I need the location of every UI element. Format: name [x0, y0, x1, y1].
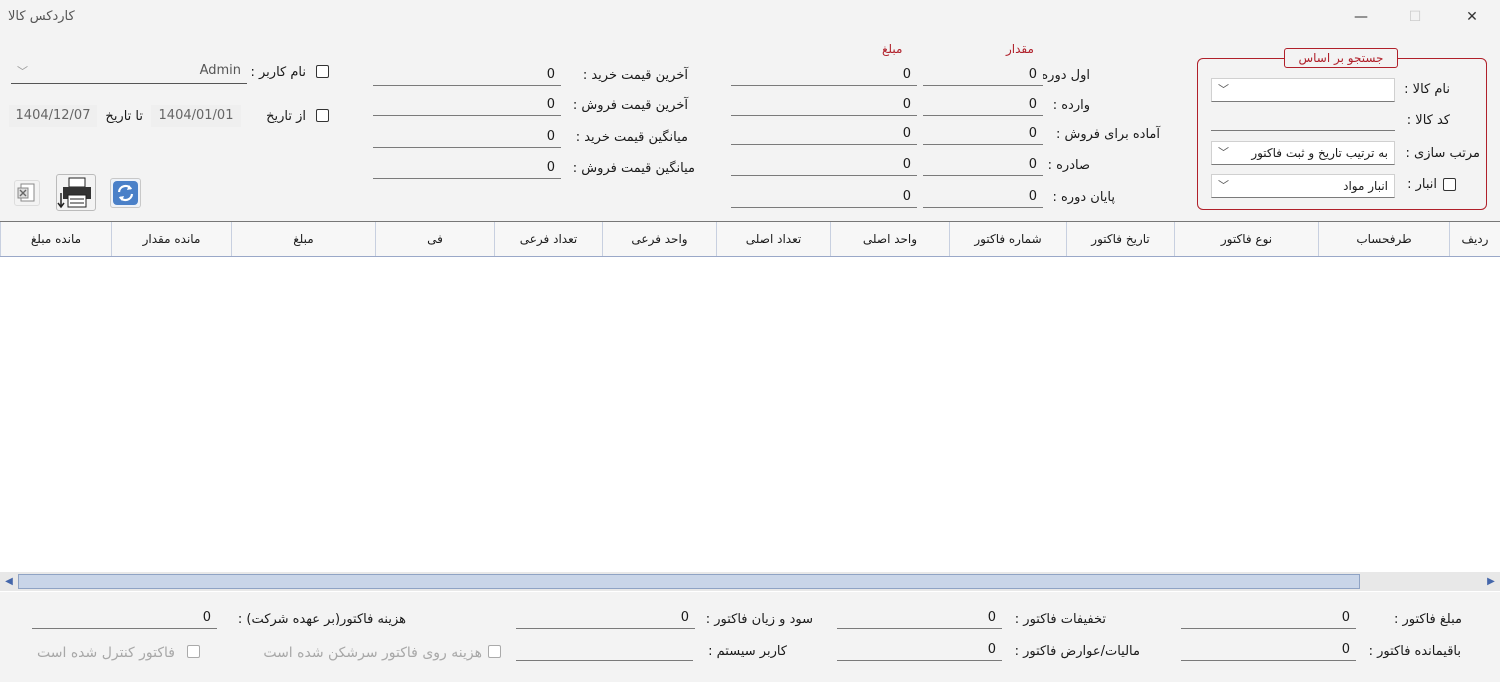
username-combo[interactable]: ﹀ Admin: [11, 60, 247, 84]
controlled-label: فاکتور کنترل شده است: [37, 645, 175, 661]
remaining-field: 0: [1181, 639, 1356, 661]
col-header-main-unit[interactable]: واحد اصلی: [830, 222, 949, 256]
to-date-field[interactable]: 1404/12/07: [9, 105, 97, 127]
controlled-checkbox[interactable]: [187, 645, 200, 658]
summary-label-closing: پایان دوره :: [1052, 190, 1115, 205]
kardex-grid[interactable]: ردیف طرفحساب نوع فاکتور تاریخ فاکتور شما…: [0, 221, 1500, 592]
sort-combo[interactable]: ﹀ به ترتیب تاریخ و ثبت فاکتور: [1211, 141, 1395, 165]
refresh-button[interactable]: [110, 178, 141, 208]
col-header-invoice-type[interactable]: نوع فاکتور: [1174, 222, 1318, 256]
last-sale-price-label: آخرین قیمت فروش :: [572, 98, 688, 113]
chevron-down-icon: ﹀: [1218, 83, 1229, 96]
closing-amount-field: 0: [731, 186, 917, 208]
horizontal-scrollbar[interactable]: ◀ ▶: [0, 572, 1500, 591]
title-bar: کاردکس کالا — ☐ ✕: [0, 0, 1500, 34]
profit-loss-label: سود و زیان فاکتور :: [705, 612, 813, 627]
col-header-row[interactable]: ردیف: [1449, 222, 1500, 256]
date-filter-checkbox[interactable]: [316, 109, 329, 122]
amount-column-header: مبلغ: [882, 42, 903, 56]
to-date-label: تا تاریخ: [105, 109, 143, 124]
print-button[interactable]: [56, 174, 96, 211]
ready-amount-field: 0: [731, 123, 917, 145]
refresh-icon: [113, 181, 138, 205]
product-name-combo[interactable]: ﹀: [1211, 78, 1395, 102]
product-code-label: کد کالا :: [1406, 113, 1450, 128]
last-sale-price-field: 0: [373, 94, 561, 116]
avg-sale-price-field: 0: [373, 157, 561, 179]
scroll-left-icon[interactable]: ◀: [1, 573, 17, 590]
invoice-amount-label: مبلغ فاکتور :: [1393, 612, 1462, 627]
close-button[interactable]: ✕: [1454, 6, 1490, 28]
warehouse-label: انبار :: [1407, 177, 1437, 192]
last-purchase-price-field: 0: [373, 64, 561, 86]
col-header-main-count[interactable]: تعداد اصلی: [716, 222, 830, 256]
last-purchase-price-label: آخرین قیمت خرید :: [582, 68, 688, 83]
col-header-amount[interactable]: مبلغ: [231, 222, 375, 256]
invoice-discount-field: 0: [837, 607, 1002, 629]
remaining-label: باقیمانده فاکتور :: [1368, 644, 1461, 659]
maximize-button[interactable]: ☐: [1397, 6, 1433, 28]
username-checkbox[interactable]: [316, 65, 329, 78]
avg-sale-price-label: میانگین قیمت فروش :: [572, 161, 695, 176]
outgoing-amount-field: 0: [731, 154, 917, 176]
opening-qty-field: 0: [923, 64, 1043, 86]
chevron-down-icon: ﹀: [1218, 179, 1229, 192]
ready-qty-field: 0: [923, 123, 1043, 145]
invoice-cost-field: 0: [32, 607, 217, 629]
sort-label: مرتب سازی :: [1405, 146, 1480, 161]
minimize-button[interactable]: —: [1343, 6, 1379, 28]
tax-field: 0: [837, 639, 1002, 661]
invoice-discount-label: تخفیفات فاکتور :: [1014, 612, 1106, 627]
incoming-qty-field: 0: [923, 94, 1043, 116]
incoming-amount-field: 0: [731, 94, 917, 116]
outgoing-qty-field: 0: [923, 154, 1043, 176]
invoice-amount-field: 0: [1181, 607, 1356, 629]
closing-qty-field: 0: [923, 186, 1043, 208]
col-header-remaining-amount[interactable]: مانده مبلغ: [0, 222, 111, 256]
search-group-title: جستجو بر اساس: [1284, 48, 1398, 68]
grid-header: ردیف طرفحساب نوع فاکتور تاریخ فاکتور شما…: [0, 222, 1500, 257]
from-date-label: از تاریخ: [266, 109, 306, 124]
opening-amount-field: 0: [731, 64, 917, 86]
product-code-input[interactable]: [1211, 109, 1395, 131]
excel-icon: [17, 183, 35, 202]
col-header-account[interactable]: طرفحساب: [1318, 222, 1449, 256]
col-header-invoice-number[interactable]: شماره فاکتور: [949, 222, 1066, 256]
avg-purchase-price-field: 0: [373, 126, 561, 148]
chevron-down-icon: ﹀: [17, 65, 28, 78]
summary-label-incoming: وارده :: [1052, 98, 1090, 113]
col-header-unit-price[interactable]: فی: [375, 222, 494, 256]
window-title: کاردکس کالا: [8, 9, 75, 24]
scrollbar-thumb[interactable]: [18, 574, 1360, 589]
invoice-cost-label: هزینه فاکتور(بر عهده شرکت) :: [237, 612, 406, 627]
system-user-field: [516, 639, 693, 661]
username-label: نام کاربر :: [250, 65, 307, 80]
tax-label: مالیات/عوارض فاکتور :: [1014, 644, 1140, 659]
warehouse-combo[interactable]: ﹀ انبار مواد: [1211, 174, 1395, 198]
from-date-field[interactable]: 1404/01/01: [151, 105, 241, 127]
summary-label-ready: آماده برای فروش :: [1055, 127, 1160, 142]
quantity-column-header: مقدار: [1006, 42, 1034, 56]
system-user-label: کاربر سیستم :: [708, 644, 787, 659]
col-header-invoice-date[interactable]: تاریخ فاکتور: [1066, 222, 1174, 256]
scroll-right-icon[interactable]: ▶: [1483, 573, 1499, 590]
product-name-label: نام کالا :: [1404, 82, 1450, 97]
printer-icon: [57, 177, 91, 209]
col-header-sub-count[interactable]: تعداد فرعی: [494, 222, 602, 256]
excel-export-button[interactable]: [14, 180, 40, 206]
col-header-remaining-qty[interactable]: مانده مقدار: [111, 222, 231, 256]
warehouse-checkbox[interactable]: [1443, 178, 1456, 191]
chevron-down-icon: ﹀: [1218, 146, 1229, 159]
cost-split-label: هزینه روی فاکتور سرشکن شده است: [263, 645, 482, 661]
profit-loss-field: 0: [516, 607, 695, 629]
summary-label-outgoing: صادره :: [1047, 158, 1090, 173]
col-header-sub-unit[interactable]: واحد فرعی: [602, 222, 716, 256]
avg-purchase-price-label: میانگین قیمت خرید :: [575, 130, 688, 145]
cost-split-checkbox[interactable]: [488, 645, 501, 658]
username-value: Admin: [199, 63, 241, 78]
